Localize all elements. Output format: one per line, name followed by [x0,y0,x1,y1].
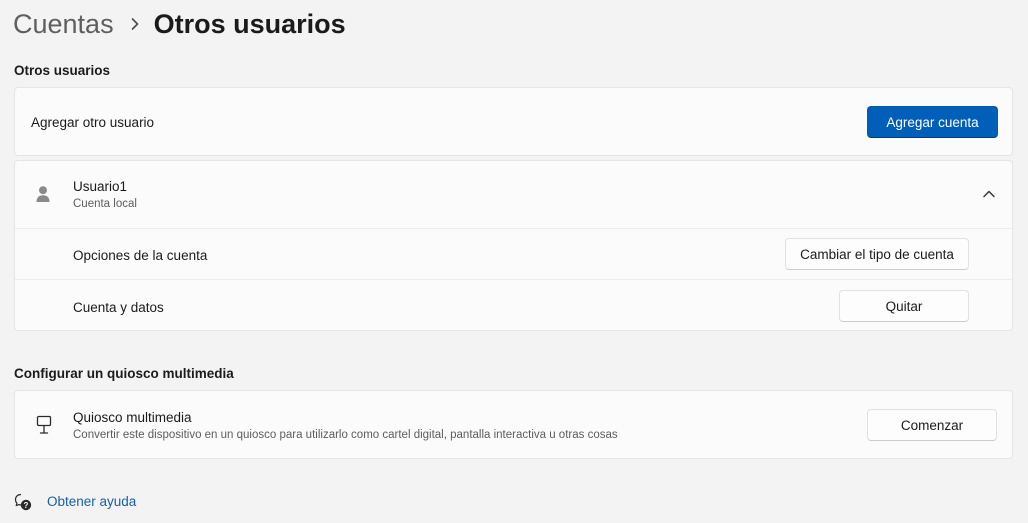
kiosk-start-button[interactable]: Comenzar [867,409,997,441]
kiosk-card: Quiosco multimedia Convertir este dispos… [14,390,1013,459]
divider [15,228,1012,229]
kiosk-icon [35,415,53,435]
divider [15,279,1012,280]
section-heading-other-users: Otros usuarios [14,63,111,78]
user-expander-card: Usuario1 Cuenta local Opciones de la cue… [14,160,1013,331]
kiosk-title: Quiosco multimedia [73,410,192,425]
settings-page: Cuentas Otros usuarios Otros usuarios Ag… [0,0,1028,523]
add-user-card: Agregar otro usuario Agregar cuenta [14,87,1013,156]
add-user-label: Agregar otro usuario [31,115,155,130]
get-help-link[interactable]: Obtener ayuda [47,494,136,509]
change-account-type-button[interactable]: Cambiar el tipo de cuenta [785,238,969,270]
remove-user-button[interactable]: Quitar [839,290,969,322]
help-icon: ? [14,493,32,511]
breadcrumb-parent-accounts[interactable]: Cuentas [13,9,114,40]
user-account-type: Cuenta local [73,198,137,210]
account-data-label: Cuenta y datos [73,300,164,315]
chevron-up-icon[interactable] [981,186,997,202]
user-name: Usuario1 [73,179,128,194]
kiosk-description: Convertir este dispositivo en un quiosco… [73,429,618,441]
svg-text:?: ? [24,501,29,510]
account-options-label: Opciones de la cuenta [73,248,208,263]
section-heading-kiosk: Configurar un quiosco multimedia [14,366,234,381]
person-icon [34,185,52,203]
page-title: Otros usuarios [153,8,346,39]
user-expander-header[interactable]: Usuario1 Cuenta local [15,161,1012,228]
add-account-button[interactable]: Agregar cuenta [867,106,998,138]
breadcrumb: Cuentas Otros usuarios [13,6,346,42]
chevron-right-icon [130,17,140,31]
